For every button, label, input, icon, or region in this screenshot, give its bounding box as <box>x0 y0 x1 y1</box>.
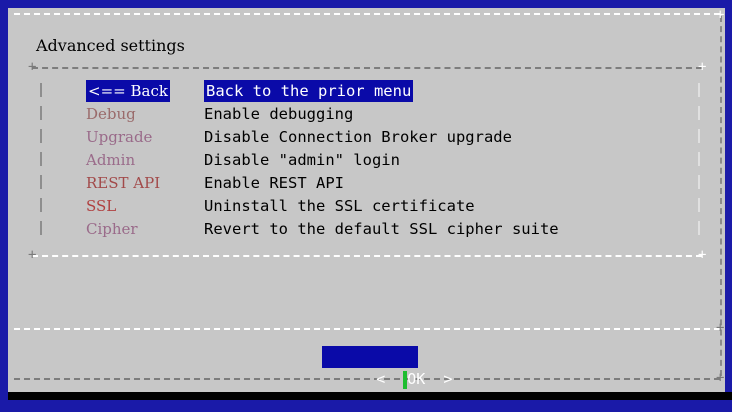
menu-item-cipher[interactable]: Cipher Revert to the default SSL cipher … <box>8 218 725 240</box>
dialog-title: Advanced settings <box>36 36 185 55</box>
menu-item-desc: Uninstall the SSL certificate <box>204 197 475 215</box>
menu-row-border <box>698 175 700 189</box>
menu-item-tag: Upgrade <box>86 128 153 146</box>
menu-item-tag: <== Back <box>86 80 170 102</box>
menu-item-debug[interactable]: Debug Enable debugging <box>8 103 725 125</box>
menu-item-tag: REST API <box>86 174 161 192</box>
menu-row-border <box>698 106 700 120</box>
menu-item-back[interactable]: <== Back Back to the prior menu <box>8 80 725 102</box>
screen-bottom-edge <box>8 392 732 400</box>
menu-top-border <box>32 67 702 69</box>
button-area-separator <box>14 328 720 330</box>
menu-item-desc: Revert to the default SSL cipher suite <box>204 220 559 238</box>
menu-item-rest-api[interactable]: REST API Enable REST API <box>8 172 725 194</box>
ok-button[interactable]: < OK > <box>322 346 452 389</box>
menu-item-tag: SSL <box>86 197 117 215</box>
menu-item-upgrade[interactable]: Upgrade Disable Connection Broker upgrad… <box>8 126 725 148</box>
menu-row-border <box>698 152 700 166</box>
dialog-top-border <box>14 13 720 15</box>
menu-item-desc: Enable debugging <box>204 105 354 123</box>
menu-row-border <box>698 221 700 235</box>
ok-label: OK <box>407 370 426 388</box>
menu-row-border <box>40 175 42 189</box>
menu-corner: + <box>698 247 707 263</box>
menu-item-ssl[interactable]: SSL Uninstall the SSL certificate <box>8 195 725 217</box>
menu-item-desc: Enable REST API <box>204 174 344 192</box>
menu-row-border <box>698 83 700 97</box>
menu-row-border <box>698 129 700 143</box>
menu-bottom-border <box>32 255 702 257</box>
menu-corner: + <box>28 59 37 75</box>
ok-left-bracket: < <box>376 370 386 388</box>
menu-row-border <box>40 221 42 235</box>
menu-row-border <box>40 129 42 143</box>
screen-edge <box>0 0 8 400</box>
menu-row-border <box>698 198 700 212</box>
terminal-screen: + + Advanced settings + + + + <== Back B… <box>0 0 732 400</box>
menu-row-border <box>40 152 42 166</box>
ok-right-bracket: > <box>443 370 453 388</box>
menu-item-admin[interactable]: Admin Disable "admin" login <box>8 149 725 171</box>
menu-corner: + <box>28 247 37 263</box>
menu-item-desc: Disable "admin" login <box>204 151 400 169</box>
menu-item-desc: Disable Connection Broker upgrade <box>204 128 512 146</box>
menu-item-tag: Admin <box>86 151 136 169</box>
menu-corner: + <box>698 59 707 75</box>
menu-item-tag: Cipher <box>86 220 138 238</box>
frame-corner: + <box>716 320 725 336</box>
menu-item-tag: Debug <box>86 105 136 123</box>
frame-corner: + <box>716 7 725 23</box>
menu-row-border <box>40 83 42 97</box>
menu-item-desc: Back to the prior menu <box>204 80 414 102</box>
frame-corner: + <box>716 370 725 386</box>
menu-row-border <box>40 106 42 120</box>
advanced-settings-dialog: + + Advanced settings + + + + <== Back B… <box>8 8 725 392</box>
menu-row-border <box>40 198 42 212</box>
